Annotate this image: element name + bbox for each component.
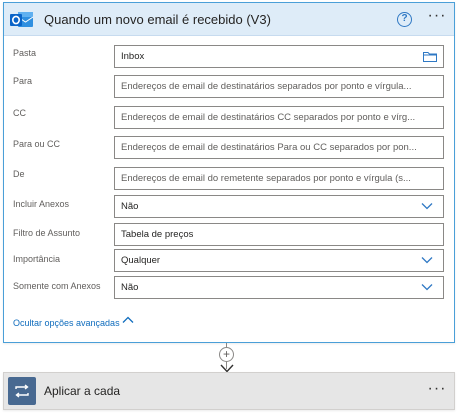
chevron-up-icon[interactable] xyxy=(122,316,134,324)
hide-advanced-options-link[interactable]: Ocultar opções avançadas xyxy=(13,318,120,328)
more-options-icon[interactable]: ··· xyxy=(425,381,449,402)
folder-field[interactable]: Inbox xyxy=(114,45,444,68)
cc-field[interactable]: Endereços de email de destinatários CC s… xyxy=(114,106,444,129)
apply-to-each-title: Aplicar a cada xyxy=(44,384,121,398)
to-label: Para xyxy=(13,76,33,86)
to-field[interactable]: Endereços de email de destinatários sepa… xyxy=(114,75,444,98)
include-attachments-dropdown[interactable]: Não xyxy=(114,195,444,218)
to-or-cc-placeholder: Endereços de email de destinatários Para… xyxy=(121,142,417,153)
importance-label: Importância xyxy=(13,254,61,264)
to-placeholder: Endereços de email de destinatários sepa… xyxy=(121,81,412,92)
from-field[interactable]: Endereços de email do remetente separado… xyxy=(114,167,444,190)
more-options-icon[interactable]: ··· xyxy=(425,8,449,29)
to-or-cc-field[interactable]: Endereços de email de destinatários Para… xyxy=(114,136,444,159)
importance-dropdown[interactable]: Qualquer xyxy=(114,249,444,272)
from-placeholder: Endereços de email do remetente separado… xyxy=(121,173,411,184)
only-with-attachments-label: Somente com Anexos xyxy=(13,281,101,291)
trigger-card: Quando um novo email é recebido (V3) ? ·… xyxy=(3,2,455,343)
include-attachments-value: Não xyxy=(121,201,139,212)
insert-step-button[interactable]: + xyxy=(219,347,234,362)
include-attachments-label: Incluir Anexos xyxy=(13,199,70,209)
outlook-icon xyxy=(10,12,34,27)
subject-filter-field[interactable]: Tabela de preços xyxy=(114,223,444,246)
apply-to-each-card[interactable]: Aplicar a cada ··· xyxy=(3,372,455,410)
chevron-down-icon xyxy=(421,284,433,291)
chevron-down-icon xyxy=(421,257,433,264)
importance-value: Qualquer xyxy=(121,255,161,266)
chevron-down-icon xyxy=(421,203,433,210)
folder-label: Pasta xyxy=(13,48,37,58)
to-or-cc-label: Para ou CC xyxy=(13,139,61,149)
only-with-attachments-value: Não xyxy=(121,282,139,293)
cc-label: CC xyxy=(13,108,26,118)
folder-icon[interactable] xyxy=(423,51,437,62)
from-label: De xyxy=(13,169,25,179)
trigger-card-header[interactable]: Quando um novo email é recebido (V3) ? ·… xyxy=(4,3,454,36)
folder-value: Inbox xyxy=(121,51,145,62)
loop-icon xyxy=(8,377,36,405)
only-with-attachments-dropdown[interactable]: Não xyxy=(114,276,444,299)
subject-filter-value: Tabela de preços xyxy=(121,229,194,240)
help-icon[interactable]: ? xyxy=(397,12,412,27)
trigger-title: Quando um novo email é recebido (V3) xyxy=(44,12,271,27)
cc-placeholder: Endereços de email de destinatários CC s… xyxy=(121,112,416,123)
subject-filter-label: Filtro de Assunto xyxy=(13,228,81,238)
